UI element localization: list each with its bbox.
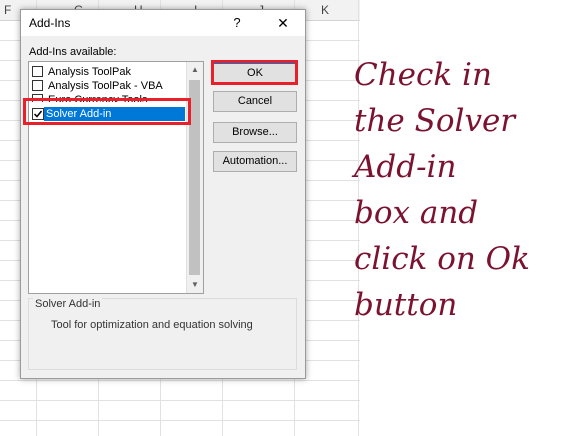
column-header-k[interactable]: K	[321, 3, 329, 17]
column-header-f[interactable]: F	[4, 3, 11, 17]
dialog-title: Add-Ins	[29, 16, 71, 30]
list-item-label: Euro Currency Tools	[48, 94, 148, 102]
analysis-toolpak-vba-checkbox[interactable]	[32, 80, 43, 91]
annotation-line: click on Ok	[354, 241, 530, 277]
add-ins-listbox[interactable]: Analysis ToolPak Analysis ToolPak - VBA …	[28, 61, 204, 294]
scrollbar-thumb[interactable]	[189, 80, 200, 275]
automation-button[interactable]: Automation...	[213, 151, 297, 172]
list-item-analysis-toolpak-vba[interactable]: Analysis ToolPak - VBA	[31, 79, 183, 93]
list-item-label: Analysis ToolPak - VBA	[48, 80, 163, 92]
close-button[interactable]: ✕	[271, 13, 295, 33]
checkmark-icon	[33, 110, 43, 118]
list-item-label: Analysis ToolPak	[48, 66, 131, 78]
description-group-title: Solver Add-in	[33, 298, 103, 310]
annotation-line: box and	[354, 195, 479, 231]
annotation-line: Check in	[354, 57, 492, 93]
add-ins-dialog: Add-Ins ? ✕ Add-Ins available: Analysis …	[20, 9, 306, 379]
help-button[interactable]: ?	[227, 13, 247, 33]
dialog-titlebar[interactable]: Add-Ins ? ✕	[21, 10, 305, 36]
annotation-line: the Solver	[354, 103, 516, 139]
annotation-line: button	[354, 287, 458, 323]
listbox-scrollbar[interactable]: ▲ ▼	[186, 62, 203, 293]
instruction-annotation: Check in the Solver Add-in box and click…	[354, 52, 554, 328]
annotation-line: Add-in	[354, 149, 457, 185]
browse-button[interactable]: Browse...	[213, 122, 297, 143]
analysis-toolpak-checkbox[interactable]	[32, 66, 43, 77]
cancel-button[interactable]: Cancel	[213, 91, 297, 112]
add-ins-available-label: Add-Ins available:	[29, 46, 117, 58]
list-item-solver-add-in[interactable]: Solver Add-in	[44, 107, 185, 121]
grid-line	[0, 400, 360, 401]
ok-button[interactable]: OK	[213, 63, 297, 84]
solver-add-in-checkbox[interactable]	[32, 108, 44, 120]
add-in-description: Tool for optimization and equation solvi…	[51, 319, 253, 331]
list-item-euro-currency-tools[interactable]: Euro Currency Tools	[31, 93, 183, 102]
grid-line	[0, 380, 360, 381]
description-group: Solver Add-in Tool for optimization and …	[28, 298, 297, 370]
list-item-label: Solver Add-in	[46, 108, 112, 120]
euro-currency-tools-checkbox[interactable]	[32, 94, 43, 102]
list-item-analysis-toolpak[interactable]: Analysis ToolPak	[31, 65, 183, 79]
grid-line	[0, 420, 360, 421]
scroll-up-arrow-icon[interactable]: ▲	[187, 62, 203, 78]
scroll-down-arrow-icon[interactable]: ▼	[187, 277, 203, 293]
